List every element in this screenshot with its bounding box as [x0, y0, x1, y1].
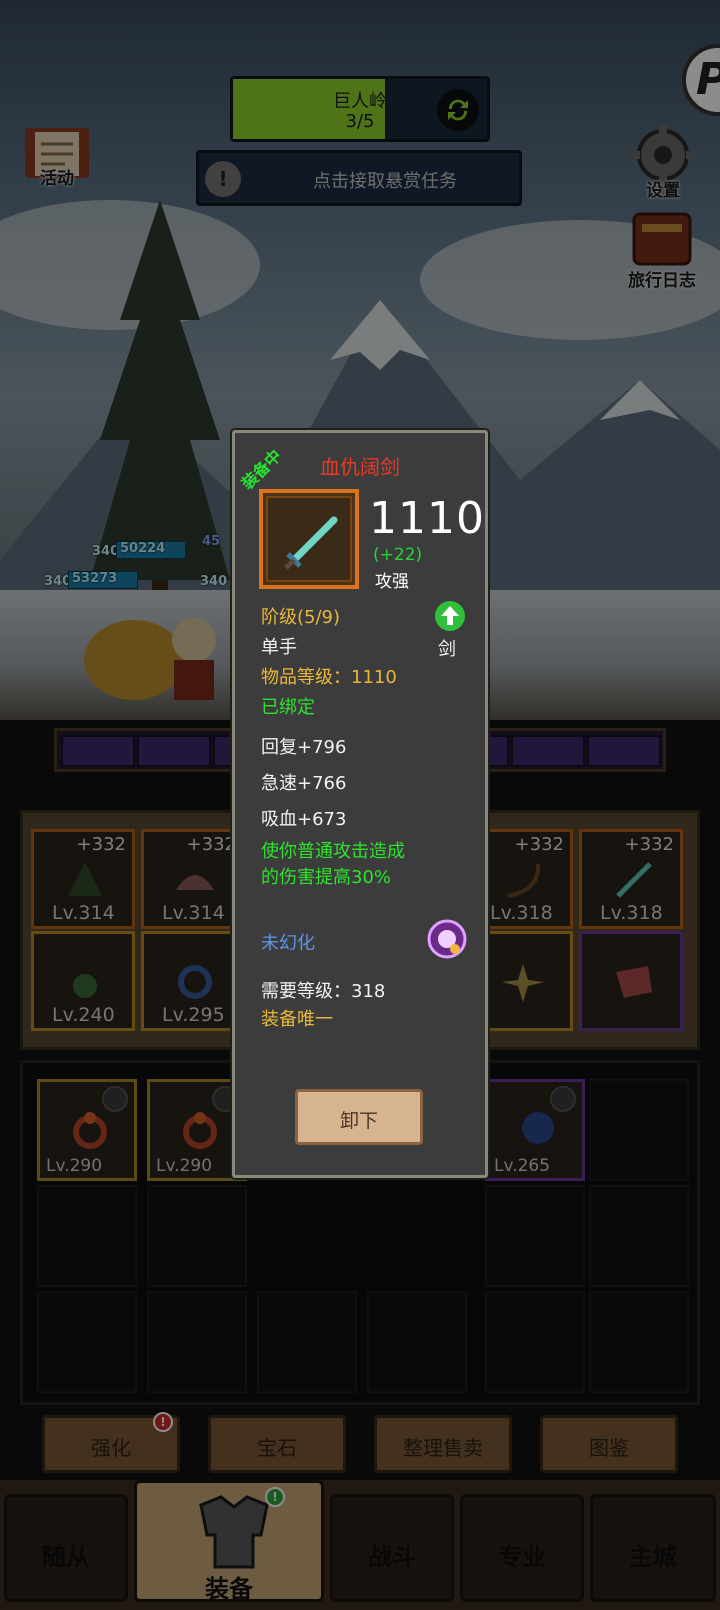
- stat-line: 急速+766: [261, 773, 347, 794]
- item-name: 血仇阔剑: [320, 455, 400, 479]
- item-level-line: 物品等级：1110: [261, 667, 397, 688]
- stat-line: 回复+796: [261, 737, 347, 758]
- power-delta: (+22): [373, 545, 423, 565]
- effect-text: 的伤害提高30%: [261, 867, 392, 888]
- stat-line: 吸血+673: [261, 809, 347, 830]
- item-power: 1110: [369, 493, 485, 544]
- required-level: 需要等级：318: [261, 981, 386, 1002]
- upgrade-arrow-icon[interactable]: [435, 601, 465, 631]
- bound-status: 已绑定: [261, 697, 315, 718]
- transmog-status: 未幻化: [261, 933, 315, 954]
- power-status: 攻强: [375, 572, 409, 592]
- effect-text: 使你普通攻击造成: [261, 841, 405, 862]
- item-icon-frame: [259, 489, 359, 589]
- game-screen: 340 50224 340 53273 340 45 巨人岭 3/5 ! 点击接…: [0, 0, 720, 1610]
- unique-tag: 装备唯一: [261, 1009, 333, 1030]
- unequip-button[interactable]: 卸下: [295, 1089, 423, 1145]
- sword-icon: [284, 516, 338, 570]
- unequip-label: 卸下: [339, 1110, 378, 1132]
- item-tooltip: 装备中 血仇阔剑 1110 (+22) 攻强 阶级(5/9) 单手 剑 物品等级…: [232, 430, 488, 1178]
- hand-type: 单手: [261, 637, 297, 658]
- item-tier: 阶级(5/9): [261, 607, 341, 628]
- transmog-orb-icon[interactable]: [425, 917, 469, 961]
- weapon-type: 剑: [438, 639, 456, 660]
